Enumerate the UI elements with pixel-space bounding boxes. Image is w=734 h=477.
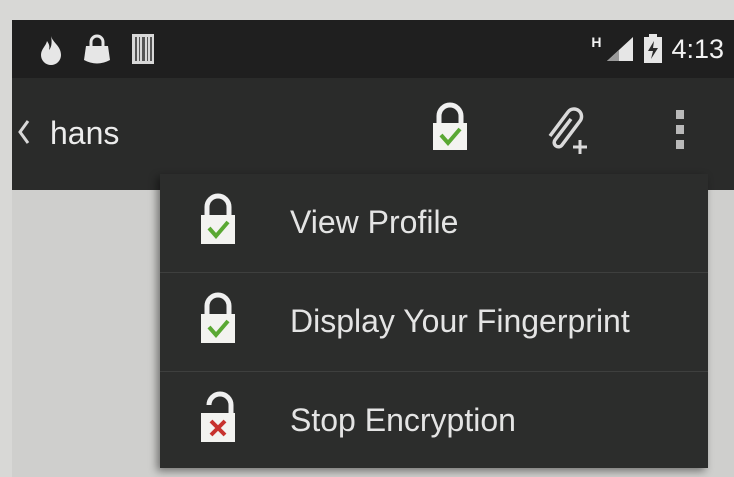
lock-bag-icon [84,34,110,64]
attach-add-icon[interactable] [540,102,596,156]
barcode-icon [132,34,154,64]
signal-icon [607,37,634,61]
lock-verified-icon [201,292,235,343]
lock-open-error-icon [201,391,235,442]
menu-item-label: Stop Encryption [290,402,516,438]
status-bar: H 4:13 [12,20,734,78]
network-type-label: H [591,34,602,50]
menu-item-label: Display Your Fingerprint [290,303,630,339]
menu-item-display-fingerprint[interactable]: Display Your Fingerprint [160,273,708,371]
overflow-dropdown-menu: View Profile Display Your Fingerprint St… [160,174,708,468]
lock-verified-icon [201,193,235,244]
menu-item-view-profile[interactable]: View Profile [160,174,708,272]
overflow-menu-icon[interactable] [674,108,686,152]
menu-item-label: View Profile [290,204,459,240]
back-chevron-icon[interactable] [16,118,32,146]
lock-verified-icon[interactable] [430,102,470,152]
conversation-title[interactable]: hans [50,115,119,152]
fire-icon [41,36,61,65]
status-clock: 4:13 [671,33,724,64]
menu-item-stop-encryption[interactable]: Stop Encryption [160,372,708,470]
battery-icon [644,34,663,63]
